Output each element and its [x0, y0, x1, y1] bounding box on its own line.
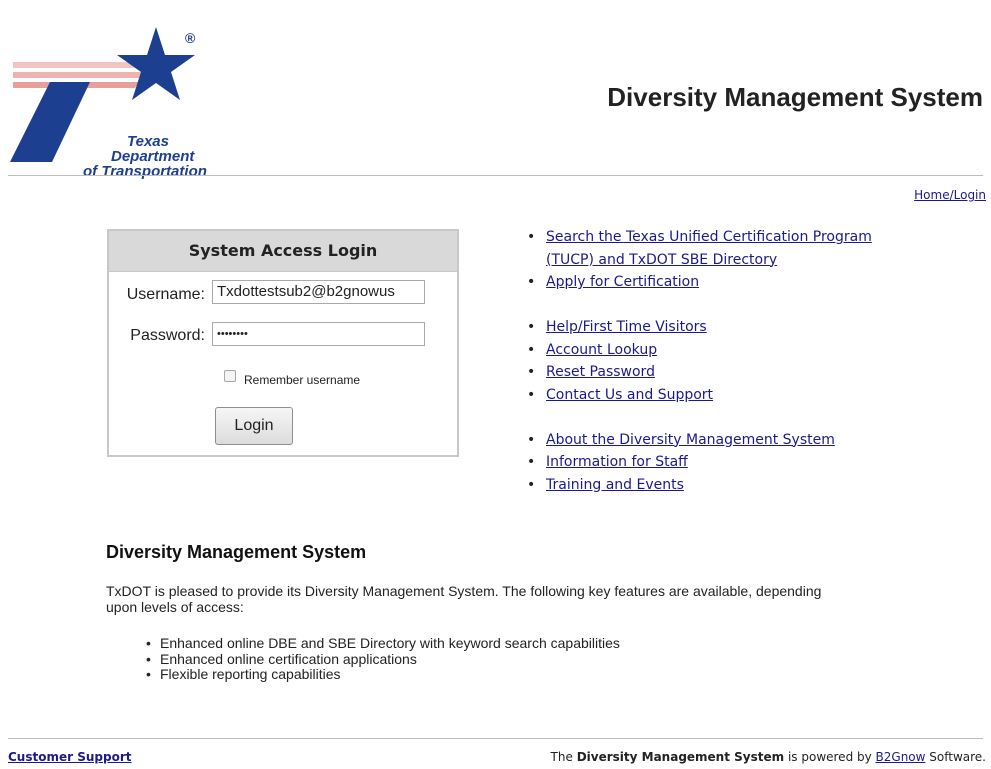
contact-support-link[interactable]: Contact Us and Support	[546, 387, 713, 403]
about-dms-link[interactable]: About the Diversity Management System	[546, 432, 835, 448]
info-description: TxDOT is pleased to provide its Diversit…	[106, 583, 822, 615]
info-for-staff-link[interactable]: Information for Staff	[546, 454, 688, 470]
login-panel: System Access Login Username: Txdottests…	[107, 229, 459, 457]
b2gnow-link[interactable]: B2Gnow	[876, 750, 926, 764]
remember-username-label: Remember username	[244, 373, 361, 387]
password-label: Password:	[130, 327, 205, 344]
list-item: Reset Password	[524, 361, 886, 384]
home-login-link[interactable]: Home/Login	[914, 188, 986, 202]
powered-product-name: Diversity Management System	[576, 750, 785, 764]
login-panel-title: System Access Login	[109, 231, 457, 272]
list-item: Enhanced online certification applicatio…	[138, 651, 620, 668]
list-item: Search the Texas Unified Certification P…	[524, 226, 886, 271]
list-item: Flexible reporting capabilities	[138, 666, 620, 683]
training-events-link[interactable]: Training and Events	[546, 477, 684, 493]
header-divider	[8, 175, 983, 176]
list-item: Enhanced online DBE and SBE Directory wi…	[138, 635, 620, 652]
list-item: Training and Events	[524, 474, 886, 497]
list-item: Information for Staff	[524, 451, 886, 474]
site-title: Diversity Management System	[607, 82, 983, 112]
footer-divider	[8, 738, 983, 739]
list-item: Contact Us and Support	[524, 384, 886, 407]
list-item: Apply for Certification	[524, 271, 886, 294]
list-item: Help/First Time Visitors	[524, 316, 886, 339]
list-item: Account Lookup	[524, 339, 886, 362]
feature-list: Enhanced online DBE and SBE Directory wi…	[138, 635, 620, 683]
customer-support-link[interactable]: Customer Support	[8, 750, 131, 764]
remember-username-checkbox[interactable]	[224, 370, 236, 382]
username-label: Username:	[126, 286, 205, 303]
list-item: About the Diversity Management System	[524, 429, 886, 452]
logo-text: Texas Department of Transportation	[83, 133, 207, 180]
info-heading: Diversity Management System	[106, 542, 367, 562]
powered-by-text: The Diversity Management System is power…	[550, 750, 986, 764]
login-button[interactable]: Login	[215, 407, 293, 445]
password-input[interactable]: ••••••••	[212, 322, 425, 346]
apply-certification-link[interactable]: Apply for Certification	[546, 274, 699, 290]
help-first-time-link[interactable]: Help/First Time Visitors	[546, 319, 707, 335]
registered-mark: ®	[185, 30, 196, 46]
quick-links: Search the Texas Unified Certification P…	[524, 226, 886, 496]
reset-password-link[interactable]: Reset Password	[546, 364, 655, 380]
username-input[interactable]: Txdottestsub2@b2gnowus	[212, 280, 425, 304]
account-lookup-link[interactable]: Account Lookup	[546, 342, 657, 358]
search-tucp-link[interactable]: Search the Texas Unified Certification P…	[546, 226, 886, 271]
